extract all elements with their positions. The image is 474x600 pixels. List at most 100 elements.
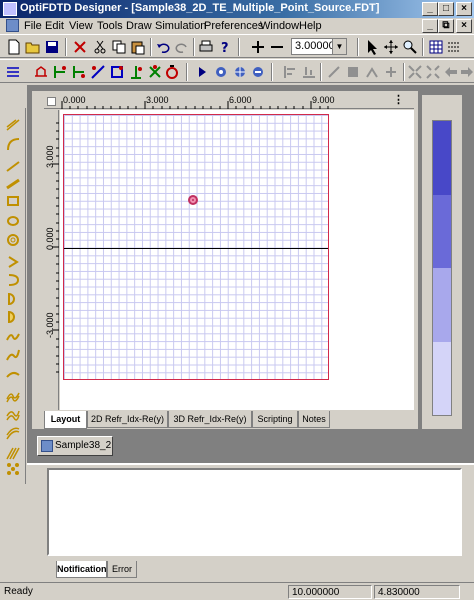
- run-icon[interactable]: [194, 64, 210, 80]
- zoom-out-icon[interactable]: [269, 39, 285, 55]
- taper-icon[interactable]: [6, 177, 20, 191]
- chevron-shape-icon[interactable]: [6, 255, 20, 269]
- ring-icon[interactable]: [6, 233, 20, 247]
- menu-edit[interactable]: Edit: [45, 20, 64, 32]
- maximize-button[interactable]: □: [438, 2, 454, 16]
- input-plane-icon[interactable]: [52, 64, 68, 80]
- paste-icon[interactable]: [130, 39, 146, 55]
- wafer-grid[interactable]: [63, 114, 329, 380]
- run-3d-icon[interactable]: [213, 64, 229, 80]
- arc-shape-icon[interactable]: [6, 273, 20, 287]
- pbg-crystal-icon[interactable]: [6, 446, 20, 460]
- mdi-close-button[interactable]: ×: [456, 19, 472, 33]
- arrow-left-icon[interactable]: [443, 64, 459, 80]
- disabled-tool-1-icon[interactable]: [326, 64, 342, 80]
- chevron-down-icon[interactable]: ▼: [332, 39, 346, 54]
- observation-area-icon[interactable]: [109, 64, 125, 80]
- help-icon[interactable]: ?: [217, 39, 233, 55]
- disabled-tool-4-icon[interactable]: [383, 64, 399, 80]
- grid-icon[interactable]: [428, 39, 444, 55]
- status-x-coordinate: 10.000000: [288, 585, 372, 599]
- ruler-more-icon[interactable]: ⋮: [393, 93, 404, 106]
- menu-tools[interactable]: Tools: [97, 20, 123, 32]
- tab-3d-refr-idx[interactable]: 3D Refr_Idx-Re(y): [168, 411, 252, 428]
- undo-icon[interactable]: [155, 39, 171, 55]
- tab-error[interactable]: Error: [107, 561, 137, 578]
- tab-notes[interactable]: Notes: [298, 411, 330, 428]
- color-scale-bar: [432, 120, 452, 416]
- tab-layout[interactable]: Layout: [44, 411, 87, 429]
- redo-icon[interactable]: [174, 39, 190, 55]
- menu-help[interactable]: Help: [299, 20, 322, 32]
- tab-scripting[interactable]: Scripting: [252, 411, 298, 428]
- detector-icon[interactable]: [147, 64, 163, 80]
- ruler-label-y-3: 3.000: [45, 145, 55, 168]
- mdi-minimize-button[interactable]: _: [422, 19, 438, 33]
- ruler-corner-box[interactable]: [47, 97, 56, 106]
- zoom-in-icon[interactable]: [250, 39, 266, 55]
- waveguide-tool-icon[interactable]: [5, 64, 21, 80]
- tab-2d-refr-idx[interactable]: 2D Refr_Idx-Re(y): [87, 411, 168, 428]
- menu-view[interactable]: View: [69, 20, 93, 32]
- expand-icon[interactable]: [425, 64, 441, 80]
- menu-file[interactable]: File: [24, 20, 42, 32]
- s-bend-icon[interactable]: [6, 159, 20, 173]
- wafer-icon[interactable]: [33, 64, 49, 80]
- lens-icon[interactable]: [6, 408, 20, 422]
- notification-output[interactable]: [47, 468, 462, 556]
- magnify-icon[interactable]: [402, 39, 418, 55]
- print-icon[interactable]: [198, 39, 214, 55]
- mdi-restore-button[interactable]: ⧉: [438, 19, 454, 33]
- linear-waveguide-icon[interactable]: [6, 118, 20, 132]
- menu-draw[interactable]: Draw: [126, 20, 152, 32]
- channel-icon[interactable]: [6, 427, 20, 441]
- arrow-right-icon[interactable]: [459, 64, 474, 80]
- menu-window[interactable]: Window: [260, 20, 299, 32]
- document-icon[interactable]: [6, 19, 19, 32]
- scale-segment-3: [433, 268, 451, 342]
- grating-icon[interactable]: [6, 389, 20, 403]
- observation-point-icon[interactable]: [128, 64, 144, 80]
- delete-icon[interactable]: [72, 39, 88, 55]
- minimize-button[interactable]: _: [422, 2, 438, 16]
- app-icon[interactable]: [3, 2, 17, 16]
- new-file-icon[interactable]: [6, 39, 22, 55]
- layout-canvas[interactable]: [60, 110, 414, 410]
- spline-icon[interactable]: [6, 348, 20, 362]
- half-circle-icon[interactable]: [6, 292, 20, 306]
- run-batch-icon[interactable]: [232, 64, 248, 80]
- open-folder-icon[interactable]: [25, 39, 41, 55]
- select-arrow-icon[interactable]: [364, 39, 380, 55]
- record-icon[interactable]: [164, 64, 180, 80]
- analyzer-icon[interactable]: [250, 64, 266, 80]
- snap-grid-icon[interactable]: [446, 39, 462, 55]
- pan-icon[interactable]: [383, 39, 399, 55]
- curve-icon[interactable]: [6, 369, 20, 383]
- lattice-icon[interactable]: [6, 462, 20, 476]
- point-source-icon[interactable]: [71, 64, 87, 80]
- tab-notification[interactable]: Notification: [56, 561, 107, 578]
- align-left-icon[interactable]: [282, 64, 298, 80]
- observation-line-icon[interactable]: [90, 64, 106, 80]
- zoom-combobox[interactable]: 3.00000 ▼: [291, 38, 347, 55]
- close-button[interactable]: ×: [456, 2, 472, 16]
- disabled-tool-3-icon[interactable]: [364, 64, 380, 80]
- z-axis-line: [64, 248, 328, 249]
- save-icon[interactable]: [44, 39, 60, 55]
- point-source[interactable]: [188, 195, 198, 205]
- menu-simulation[interactable]: Simulation: [155, 20, 206, 32]
- arc-waveguide-icon[interactable]: [6, 137, 20, 151]
- polyline-icon[interactable]: [6, 330, 20, 344]
- menu-preferences[interactable]: Preferences: [204, 20, 263, 32]
- copy-icon[interactable]: [111, 39, 127, 55]
- align-bottom-icon[interactable]: [301, 64, 317, 80]
- sector-icon[interactable]: [6, 310, 20, 324]
- disabled-tool-2-icon[interactable]: [345, 64, 361, 80]
- shrink-icon[interactable]: [407, 64, 423, 80]
- rectangle-icon[interactable]: [6, 194, 20, 208]
- ellipse-icon[interactable]: [6, 214, 20, 228]
- scale-segment-4: [433, 341, 451, 415]
- cut-icon[interactable]: [92, 39, 108, 55]
- status-bar: Ready 10.000000 4.830000: [0, 582, 474, 600]
- document-window-tab[interactable]: Sample38_2...: [37, 436, 113, 456]
